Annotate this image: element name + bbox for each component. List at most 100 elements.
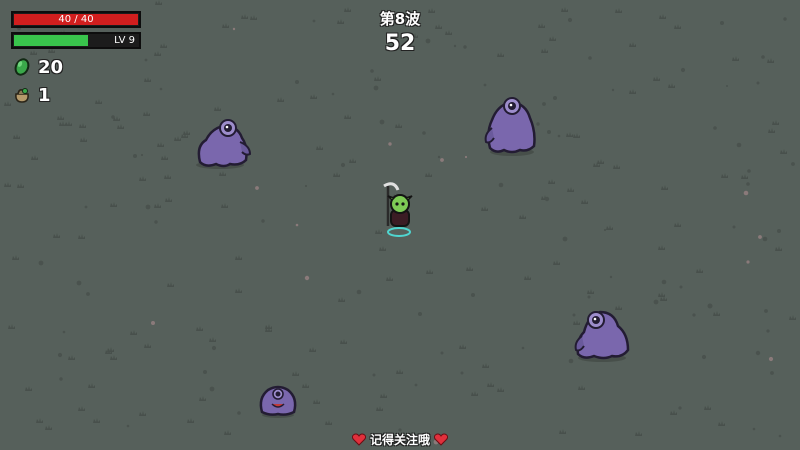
grass-tuft — [187, 418, 194, 423]
pebble — [464, 155, 468, 159]
grass-tuft — [79, 123, 86, 128]
pebble — [437, 155, 441, 159]
grass-tuft — [459, 344, 466, 349]
grass-tuft — [333, 172, 340, 177]
pebble — [133, 154, 137, 158]
pebble — [471, 293, 475, 297]
grass-tuft — [235, 288, 242, 293]
pebble — [59, 377, 63, 381]
grass-tuft — [25, 386, 32, 391]
pebble — [758, 235, 762, 239]
pebble — [38, 260, 44, 266]
grass-tuft — [292, 371, 299, 376]
pebble — [370, 69, 374, 73]
pebble — [588, 56, 592, 60]
grass-tuft — [214, 106, 221, 111]
grass-tuft — [36, 418, 43, 423]
pebble — [498, 182, 504, 188]
pebble — [562, 236, 568, 242]
grass-tuft — [340, 339, 347, 344]
grass-tuft — [629, 89, 636, 94]
grass-tuft — [487, 382, 494, 387]
pebble — [713, 126, 717, 130]
grass-tuft — [767, 58, 774, 63]
grass-tuft — [597, 159, 604, 164]
pebble — [747, 169, 751, 173]
pebble — [57, 352, 63, 358]
footer-banner: 记得关注哦 — [0, 431, 800, 448]
grass-tuft — [653, 76, 660, 81]
pebble — [304, 184, 308, 188]
grass-tuft — [374, 76, 381, 81]
pebble — [755, 350, 761, 356]
grass-tuft — [481, 206, 488, 211]
pebble — [732, 225, 736, 229]
pebble — [460, 371, 464, 375]
pebble — [126, 424, 130, 428]
grass-tuft — [741, 174, 748, 179]
pebble — [261, 219, 265, 223]
pebble — [140, 153, 144, 157]
pebble — [653, 299, 659, 305]
grass-tuft — [349, 158, 356, 163]
wave-title: 第8波 — [379, 10, 421, 28]
grass-tuft — [789, 315, 796, 320]
grass-tuft — [13, 134, 20, 139]
grass-tuft — [107, 347, 114, 352]
grass-tuft — [587, 289, 594, 294]
grass-tuft — [344, 114, 351, 119]
grass-tuft — [721, 173, 728, 178]
grass-tuft — [713, 311, 720, 316]
grass-tuft — [316, 145, 323, 150]
grass-tuft — [613, 164, 620, 169]
grass-tuft — [471, 391, 478, 396]
pebble — [609, 275, 613, 279]
grass-tuft — [235, 255, 242, 260]
pebble — [777, 229, 781, 233]
pebble — [762, 236, 768, 242]
pebble — [707, 303, 713, 309]
heart-icon — [351, 433, 366, 446]
pebble — [661, 279, 667, 285]
pebble — [692, 313, 696, 317]
grass-tuft — [57, 115, 64, 120]
grass-tuft — [78, 406, 85, 411]
pebble — [678, 406, 682, 410]
grass-tuft — [110, 355, 117, 360]
grass-tuft — [31, 155, 38, 160]
materials-counter: 20 — [12, 56, 63, 78]
grass-tuft — [548, 179, 555, 184]
grass-tuft — [379, 246, 386, 251]
enemy-cyclops — [196, 119, 252, 169]
pebble — [331, 92, 335, 96]
material-icon — [14, 58, 30, 76]
pebble — [144, 58, 148, 62]
grass-tuft — [376, 406, 383, 411]
grass-tuft — [68, 355, 75, 360]
pebble — [680, 67, 686, 73]
grass-tuft — [139, 411, 146, 416]
pebble — [611, 88, 615, 92]
grass-tuft — [674, 222, 681, 227]
pebble — [752, 427, 756, 431]
pebble — [557, 134, 561, 138]
grass-tuft — [59, 121, 66, 126]
grass-tuft — [396, 369, 403, 374]
footer-text: 记得关注哦 — [369, 433, 430, 447]
pebble — [770, 371, 774, 375]
grass-tuft — [196, 326, 203, 331]
pebble — [418, 312, 422, 316]
grass-tuft — [4, 101, 11, 106]
heart-icon — [434, 433, 448, 446]
enemy-spawnling — [259, 385, 297, 418]
grass-tuft — [606, 225, 613, 230]
grass-tuft — [157, 142, 164, 147]
pebble — [743, 190, 749, 196]
pebble — [76, 280, 82, 286]
pebble — [726, 85, 728, 87]
grass-tuft — [661, 185, 668, 190]
pebble — [440, 351, 444, 355]
pebble — [84, 205, 88, 209]
grass-tuft — [310, 94, 317, 99]
pebble — [340, 162, 346, 168]
